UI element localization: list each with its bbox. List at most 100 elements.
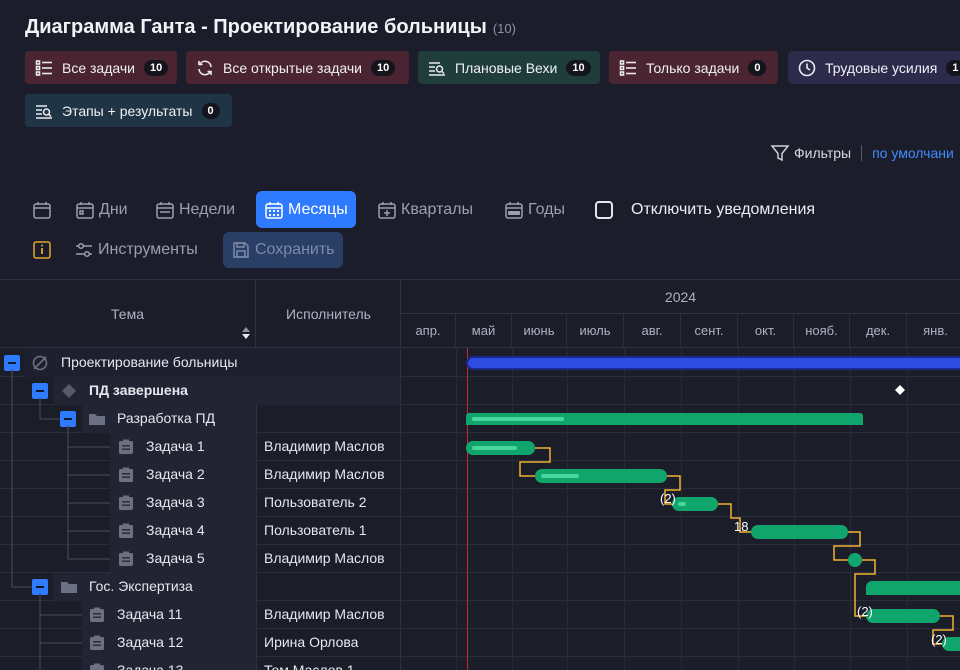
row-assignee: Том Маслов 1 <box>264 662 355 670</box>
chip-badge: 10 <box>371 59 396 76</box>
collapse-button[interactable] <box>32 383 48 399</box>
timeline-month: сент. <box>681 314 738 348</box>
milestone-marker[interactable] <box>894 384 906 396</box>
timeline-year: 2024 <box>401 280 960 314</box>
row-assignee: Пользователь 1 <box>264 522 367 538</box>
row-left: Задача 11 Владимир Маслов <box>0 601 401 629</box>
task-icon <box>119 523 133 538</box>
project-summary-bar[interactable] <box>468 358 960 368</box>
divider <box>400 461 401 489</box>
dependency-lag-label: 18 <box>734 519 749 534</box>
save-icon <box>233 242 249 258</box>
phase-summary-bar[interactable] <box>866 581 960 595</box>
task-bar[interactable] <box>751 525 848 539</box>
sort-icon[interactable] <box>241 326 251 340</box>
filter-preset-link[interactable]: по умолчани <box>872 145 954 161</box>
chip-all-tasks[interactable]: Все задачи 10 <box>25 51 177 84</box>
view-weeks-button[interactable]: Недели <box>155 192 235 228</box>
divider <box>256 517 257 545</box>
info-button[interactable] <box>32 232 56 268</box>
chip-milestones[interactable]: Плановые Вехи 10 <box>418 51 600 84</box>
table-row[interactable]: Задача 3 Пользователь 2 <box>0 489 960 517</box>
divider <box>400 377 401 405</box>
chip-labor-effort[interactable]: Трудовые усилия 1 <box>788 51 960 84</box>
divider <box>400 433 401 461</box>
task-bar[interactable] <box>848 553 862 567</box>
progress-bar <box>472 446 517 450</box>
task-icon <box>90 607 104 622</box>
divider <box>400 629 401 657</box>
chip-badge: 10 <box>143 59 169 76</box>
row-left: Разработка ПД <box>0 405 401 433</box>
notifications-label: Отключить уведомления <box>631 201 816 218</box>
view-years-button[interactable]: Годы <box>504 192 565 228</box>
task-bar[interactable] <box>866 609 940 623</box>
divider <box>400 657 401 670</box>
disable-notifications-toggle[interactable]: Отключить уведомления <box>595 192 815 228</box>
save-button[interactable]: Сохранить <box>223 232 343 268</box>
timeline-month: июнь <box>512 314 567 348</box>
row-assignee: Ирина Орлова <box>264 634 359 650</box>
view-quarters-label: Кварталы <box>401 201 473 218</box>
timeline-month: апр. <box>401 314 456 348</box>
divider <box>256 545 257 573</box>
row-left: Задача 3 Пользователь 2 <box>0 489 401 517</box>
table-row[interactable]: Задача 12 Ирина Орлова <box>0 629 960 657</box>
folder-icon <box>61 582 77 593</box>
row-left: Задача 5 Владимир Маслов <box>0 545 401 573</box>
row-left: Задача 12 Ирина Орлова <box>0 629 401 657</box>
chip-stages-results[interactable]: Этапы + результаты 0 <box>25 94 232 127</box>
filter-icon[interactable] <box>770 143 790 163</box>
task-icon <box>90 663 104 670</box>
page-title: Диаграмма Ганта - Проектирование больниц… <box>25 16 516 38</box>
divider <box>256 573 257 601</box>
folder-icon <box>89 414 105 425</box>
row-assignee: Пользователь 2 <box>264 494 367 510</box>
row-title: Задача 11 <box>117 606 183 622</box>
tools-label: Инструменты <box>98 241 198 258</box>
timeline-month: май <box>456 314 512 348</box>
chip-badge: 1 <box>946 59 960 76</box>
view-months-button[interactable]: Месяцы <box>256 191 356 228</box>
row-title: Задача 4 <box>146 522 205 538</box>
filters-button[interactable]: Фильтры <box>794 145 851 161</box>
calendar-plus-icon <box>378 202 396 219</box>
calendar-button[interactable] <box>32 192 56 228</box>
task-icon <box>119 467 133 482</box>
chip-only-tasks[interactable]: Только задачи 0 <box>609 51 778 84</box>
table-row[interactable]: Задача 5 Владимир Маслов <box>0 545 960 573</box>
list-icon <box>35 59 52 76</box>
progress-bar <box>472 417 564 421</box>
row-title: Задача 2 <box>146 466 205 482</box>
table-row[interactable]: Задача 2 Владимир Маслов <box>0 461 960 489</box>
table-row[interactable]: ПД завершена <box>0 377 960 405</box>
chip-open-tasks[interactable]: Все открытые задачи 10 <box>186 51 409 84</box>
tools-button[interactable]: Инструменты <box>74 232 198 268</box>
today-line <box>467 348 468 670</box>
notifications-checkbox[interactable] <box>595 201 613 219</box>
collapse-button[interactable] <box>4 355 20 371</box>
row-title: ПД завершена <box>89 382 188 398</box>
row-left: Гос. Экспертиза <box>0 573 401 601</box>
timeline-month: нояб. <box>794 314 850 348</box>
gantt-grid: Тема Исполнитель 2024 апр. май июнь июль… <box>0 279 960 670</box>
collapse-button[interactable] <box>32 579 48 595</box>
collapse-button[interactable] <box>60 411 76 427</box>
chip-label: Плановые Вехи <box>455 59 558 76</box>
divider <box>400 405 401 433</box>
refresh-icon <box>198 60 212 75</box>
row-assignee: Владимир Маслов <box>264 606 385 622</box>
table-row[interactable]: Гос. Экспертиза <box>0 573 960 601</box>
column-header-topic[interactable]: Тема <box>0 280 256 348</box>
table-row[interactable]: Задача 13 Том Маслов 1 <box>0 657 960 670</box>
view-months-label: Месяцы <box>288 200 348 218</box>
progress-bar <box>678 502 686 506</box>
row-left: Проектирование больницы <box>0 349 401 377</box>
chip-label: Все задачи <box>62 59 135 76</box>
table-row[interactable]: Задача 11 Владимир Маслов <box>0 601 960 629</box>
milestone-icon <box>36 104 52 119</box>
view-quarters-button[interactable]: Кварталы <box>377 192 473 228</box>
column-header-assignee[interactable]: Исполнитель <box>257 280 400 348</box>
view-days-button[interactable]: Дни <box>75 192 128 228</box>
timeline-month: июль <box>567 314 624 348</box>
